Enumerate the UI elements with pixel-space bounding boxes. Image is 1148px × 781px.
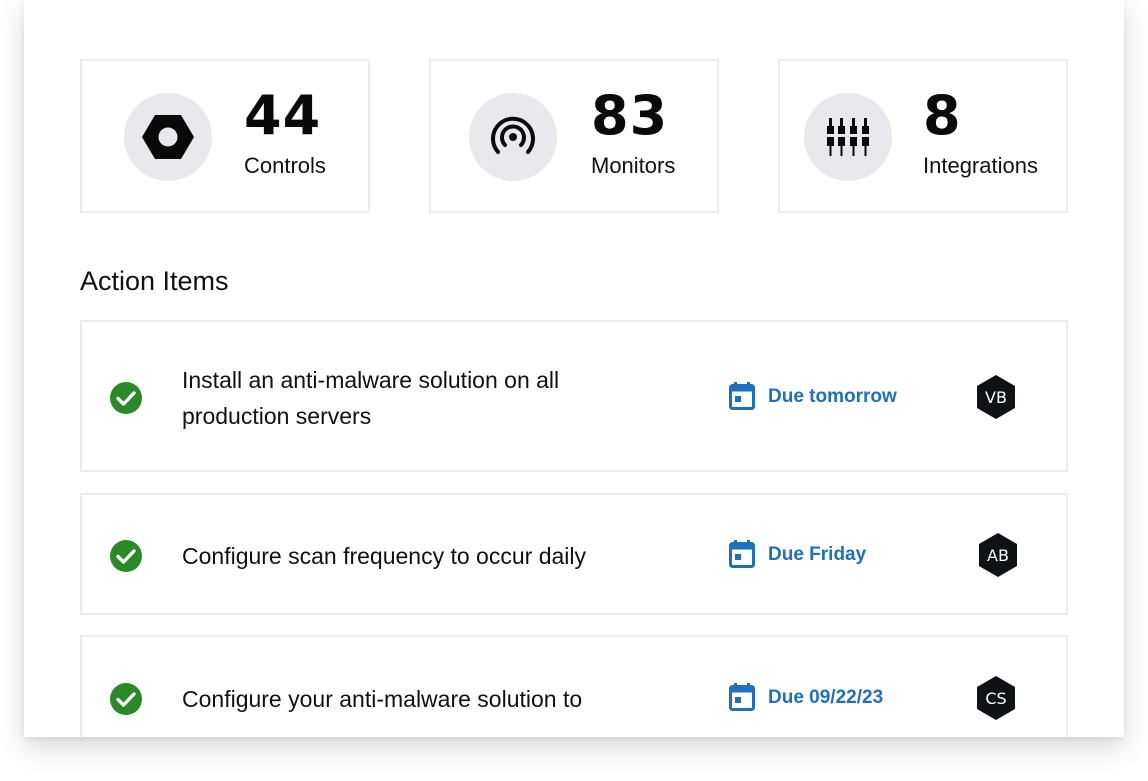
calendar-icon	[729, 382, 755, 410]
stats-row: 44 Controls 83 Monitors 8 Integrations	[80, 59, 1068, 213]
calendar-icon	[729, 540, 755, 568]
hex-nut-icon	[142, 115, 194, 159]
stat-card-monitors[interactable]: 83 Monitors	[429, 59, 719, 213]
assignee-initials: AB	[987, 545, 1009, 565]
action-item-row[interactable]: Configure your anti-malware solution to …	[80, 635, 1068, 737]
monitors-count: 83	[591, 84, 669, 147]
check-circle-icon	[110, 382, 142, 414]
check-circle-icon	[110, 683, 142, 715]
stat-card-integrations[interactable]: 8 Integrations	[778, 59, 1068, 213]
controls-label: Controls	[244, 153, 326, 178]
assignee-avatar[interactable]: VB	[975, 374, 1017, 420]
integrations-icon-circle	[804, 93, 892, 181]
action-item-row[interactable]: Install an anti-malware solution on all …	[80, 320, 1068, 472]
assignee-initials: VB	[985, 387, 1007, 407]
stat-card-controls[interactable]: 44 Controls	[80, 59, 370, 213]
assignee-avatar[interactable]: AB	[977, 532, 1019, 578]
signal-broadcast-icon	[491, 116, 535, 154]
calendar-icon	[729, 683, 755, 711]
check-circle-icon	[110, 540, 142, 572]
assignee-initials: CS	[985, 688, 1007, 708]
dashboard-card: 44 Controls 83 Monitors 8 Integrations A…	[24, 0, 1124, 737]
integrations-count: 8	[923, 84, 962, 147]
controls-icon-circle	[124, 93, 212, 181]
action-item-text: Install an anti-malware solution on all …	[182, 367, 560, 429]
controls-count: 44	[244, 84, 322, 147]
monitors-icon-circle	[469, 93, 557, 181]
integrations-label: Integrations	[923, 153, 1038, 178]
monitors-label: Monitors	[591, 153, 676, 178]
due-date[interactable]: Due Friday	[768, 545, 866, 564]
due-date[interactable]: Due 09/22/23	[768, 688, 883, 707]
connectors-icon	[825, 118, 871, 156]
due-date[interactable]: Due tomorrow	[768, 387, 897, 406]
action-item-row[interactable]: Configure scan frequency to occur daily …	[80, 493, 1068, 615]
action-items-title: Action Items	[80, 266, 229, 296]
action-item-text: Configure your anti-malware solution to	[182, 686, 583, 712]
assignee-avatar[interactable]: CS	[975, 675, 1017, 721]
action-item-text: Configure scan frequency to occur daily	[182, 543, 586, 569]
